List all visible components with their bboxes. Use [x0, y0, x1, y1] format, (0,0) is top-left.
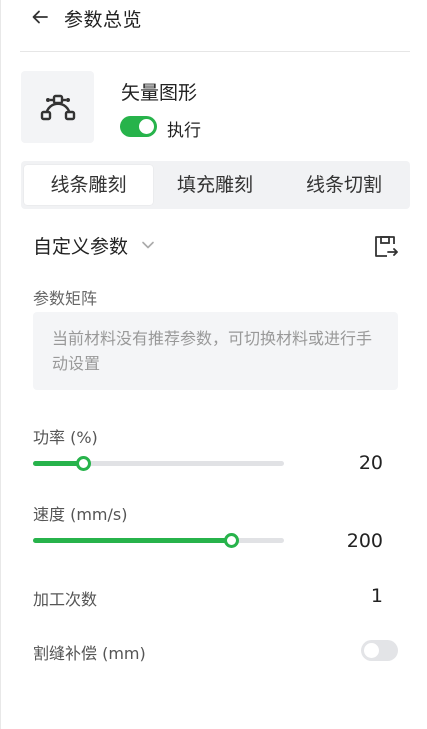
- no-recommendation-notice: 当前材料没有推荐参数，可切换材料或进行手动设置: [33, 312, 398, 390]
- speed-label: 速度 (mm/s): [33, 505, 128, 524]
- panel-divider: [0, 0, 1, 729]
- layer-thumbnail: [21, 71, 94, 143]
- slider-fill: [33, 538, 232, 543]
- toggle-knob: [139, 119, 154, 134]
- toggle-knob: [364, 643, 379, 658]
- power-value[interactable]: 20: [323, 452, 383, 474]
- speed-slider[interactable]: [33, 530, 284, 550]
- vector-bezier-icon: [40, 94, 75, 121]
- speed-value[interactable]: 200: [323, 530, 383, 552]
- tab-line-cut[interactable]: 线条切割: [281, 165, 407, 205]
- power-slider[interactable]: [33, 453, 284, 473]
- execute-toggle-label: 执行: [167, 121, 201, 141]
- passes-value[interactable]: 1: [323, 585, 383, 607]
- header-divider: [20, 51, 410, 52]
- parameter-matrix-label: 参数矩阵: [33, 289, 98, 308]
- power-label: 功率 (%): [33, 428, 98, 447]
- execute-toggle[interactable]: [120, 116, 157, 137]
- save-export-icon[interactable]: [373, 233, 399, 259]
- page-title: 参数总览: [64, 9, 143, 31]
- preset-label: 自定义参数: [33, 235, 129, 258]
- kerf-compensation-label: 割缝补偿 (mm): [33, 644, 146, 663]
- panel-header: 参数总览: [0, 0, 427, 38]
- kerf-compensation-toggle[interactable]: [361, 640, 398, 661]
- arrow-left-icon[interactable]: [30, 7, 50, 27]
- chevron-down-icon: [142, 241, 154, 249]
- preset-dropdown[interactable]: 自定义参数: [33, 231, 155, 259]
- process-mode-tabs: 线条雕刻 填充雕刻 线条切割: [21, 161, 410, 209]
- slider-thumb[interactable]: [76, 456, 92, 471]
- slider-thumb[interactable]: [224, 533, 240, 548]
- passes-label: 加工次数: [33, 590, 98, 609]
- tab-fill-engrave[interactable]: 填充雕刻: [155, 165, 275, 205]
- layer-parameter-panel: 参数总览 矢量图形 执行 线条雕刻 填充雕刻 线条切割 自定义参数 参数矩阵 当…: [0, 0, 427, 729]
- tab-line-engrave[interactable]: 线条雕刻: [24, 165, 153, 205]
- layer-name: 矢量图形: [121, 82, 198, 104]
